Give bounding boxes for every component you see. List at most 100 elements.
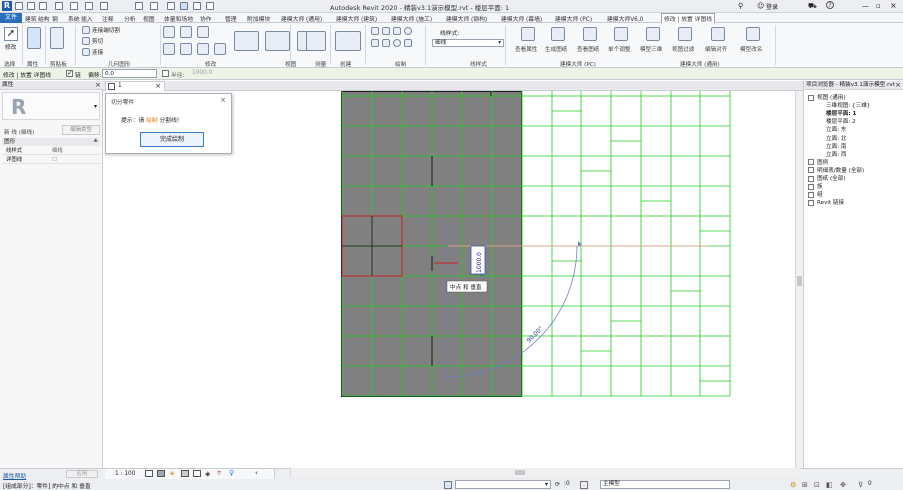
tab-menu-14[interactable]: 建模大师 (建筑) xyxy=(336,14,377,23)
reveal-icon[interactable]: ⌾ xyxy=(217,469,221,478)
vertical-scrollbar[interactable] xyxy=(795,91,803,468)
move-icon[interactable] xyxy=(163,43,175,55)
workset-select[interactable]: ▾ xyxy=(455,480,551,489)
tab-menu-13[interactable]: 建模大师 (通用) xyxy=(281,14,322,23)
tool-button-label[interactable]: 查看图纸 xyxy=(577,45,599,53)
tool-icon-7[interactable] xyxy=(711,27,725,41)
horizontal-scrollbar[interactable] xyxy=(290,468,800,477)
visual-style-icon[interactable] xyxy=(157,470,165,477)
instance-filter[interactable]: 新 线 (细线) xyxy=(4,128,34,136)
tool-icon-6[interactable] xyxy=(678,27,692,41)
tab-menu-1[interactable]: 建筑 xyxy=(25,14,37,23)
save-icon[interactable] xyxy=(27,2,35,10)
join-cut-icon[interactable] xyxy=(82,26,90,34)
browser-item[interactable]: 明细表/数量 (全部) xyxy=(808,166,864,174)
select-links-icon[interactable]: ⚙ xyxy=(790,481,796,489)
tab-menu-2[interactable]: 结构 xyxy=(38,14,50,23)
property-value[interactable]: ☐ xyxy=(52,156,57,164)
browser-item[interactable]: 立面: 北 xyxy=(826,134,846,142)
tab-menu-10[interactable]: 协作 xyxy=(200,14,212,23)
shadows-icon[interactable] xyxy=(181,470,189,477)
user-icon[interactable]: ☺ xyxy=(757,2,764,10)
tab-menu-15[interactable]: 建模大师 (施工) xyxy=(391,14,432,23)
tab-menu-9[interactable]: 体量和场地 xyxy=(164,14,193,23)
browser-item[interactable]: 图例 xyxy=(808,158,828,166)
tool-icon-1[interactable] xyxy=(521,27,535,41)
sun-path-icon[interactable]: ☀ xyxy=(169,470,175,478)
tab-menu-4[interactable]: 系统 xyxy=(68,14,80,23)
graphics-section[interactable]: 图形 ≚ xyxy=(2,138,100,146)
tool-button-label[interactable]: 模型改名 xyxy=(740,45,762,53)
radius-checkbox[interactable] xyxy=(162,70,169,77)
linestyle-select[interactable]: 细线 ▾ xyxy=(432,39,504,47)
clipboard-item-2[interactable]: 剪切 xyxy=(92,37,103,45)
sign-in-label[interactable]: 登录 xyxy=(766,2,778,11)
browser-item[interactable]: 楼层平面: 1 xyxy=(826,109,856,117)
thin-lines-icon[interactable] xyxy=(180,2,188,10)
project-browser-close-icon[interactable]: × xyxy=(895,81,901,89)
pick-lines-icon[interactable] xyxy=(404,39,412,47)
trim-icon[interactable] xyxy=(214,43,226,55)
chevron-left-icon[interactable]: ‹ xyxy=(255,469,258,477)
browser-item[interactable]: 组 xyxy=(808,190,823,198)
join-icon[interactable] xyxy=(82,48,90,56)
crop-icon[interactable] xyxy=(193,470,201,477)
vertical-scroll-thumb[interactable] xyxy=(797,276,802,286)
paste-icon[interactable] xyxy=(50,27,64,49)
browser-item[interactable]: Revit 链接 xyxy=(808,198,844,206)
draw-ellipse-icon[interactable] xyxy=(393,39,401,47)
tool-icon-2[interactable] xyxy=(551,27,565,41)
measure-icon[interactable] xyxy=(100,2,108,10)
tool-button-label[interactable]: 单个调整 xyxy=(608,45,630,53)
open-icon[interactable] xyxy=(15,2,23,10)
main-model-select[interactable]: 主模型 xyxy=(600,480,730,489)
tab-menu-16[interactable]: 建模大师 (钢构) xyxy=(446,14,487,23)
sync-icon[interactable] xyxy=(39,2,47,10)
tool-button-label[interactable]: 模型三维 xyxy=(640,45,662,53)
scale-icon[interactable] xyxy=(265,31,290,51)
tab-menu-6[interactable]: 注释 xyxy=(102,14,114,23)
browser-item[interactable]: 视图 (通用) xyxy=(808,93,846,101)
view-scale[interactable]: 1 : 100 xyxy=(115,471,135,477)
select-pinned-icon[interactable]: ⊡ xyxy=(814,481,820,489)
draw-spline-icon[interactable] xyxy=(382,39,390,47)
tab-menu-12[interactable]: 附加模块 xyxy=(247,14,270,23)
tab-file[interactable]: 文件 xyxy=(0,13,22,23)
tool-button-label[interactable]: 编辑对齐 xyxy=(705,45,727,53)
browser-item[interactable]: 图纸 (全部) xyxy=(808,174,846,182)
tool-button-label[interactable]: 生成图纸 xyxy=(545,45,567,53)
draw-arc-icon[interactable] xyxy=(371,39,379,47)
tool-button-label[interactable]: 视图过滤 xyxy=(672,45,694,53)
maximize-icon[interactable]: ▫ xyxy=(876,2,881,10)
switch-window-icon[interactable] xyxy=(206,2,214,10)
draw-rect-icon[interactable] xyxy=(382,27,390,35)
clipboard-item-3[interactable]: 连接 xyxy=(92,48,103,56)
dialog-close-icon[interactable]: × xyxy=(220,96,226,104)
browser-item[interactable]: 三维视图: {三维} xyxy=(826,101,870,109)
dimension-value[interactable]: 1000.0 xyxy=(476,252,483,273)
browser-item[interactable]: 立面: 西 xyxy=(826,150,846,158)
browser-item[interactable]: 立面: 东 xyxy=(826,125,846,133)
align-icon[interactable] xyxy=(163,26,175,38)
minimize-icon[interactable]: — xyxy=(862,2,869,10)
select-faces-icon[interactable]: ◧ xyxy=(826,481,833,489)
tab-menu-11[interactable]: 管理 xyxy=(225,14,237,23)
rotate-icon[interactable] xyxy=(197,43,209,55)
offset-icon[interactable] xyxy=(180,26,192,38)
design-option-icon[interactable] xyxy=(580,481,588,489)
close-icon[interactable]: × xyxy=(890,1,897,10)
editable-only-icon[interactable]: ⟳ xyxy=(555,481,560,488)
properties-close-icon[interactable]: × xyxy=(95,81,101,89)
print-icon[interactable] xyxy=(85,2,93,10)
draw-polygon-icon[interactable] xyxy=(393,27,401,35)
tool-icon-3[interactable] xyxy=(583,27,597,41)
chain-checkbox[interactable]: ✓ xyxy=(66,69,73,77)
help-icon[interactable]: ? xyxy=(826,1,834,9)
drag-on-select-icon[interactable]: ✥ xyxy=(840,481,846,489)
tab-menu-19[interactable]: 建模大师V6.0 xyxy=(607,14,643,23)
tab-menu-18[interactable]: 建模大师 (PC) xyxy=(555,14,592,23)
mirror-icon[interactable] xyxy=(197,26,209,38)
copy-icon[interactable] xyxy=(180,43,192,55)
properties-icon[interactable] xyxy=(27,27,41,49)
tab-menu-5[interactable]: 插入 xyxy=(81,14,93,23)
